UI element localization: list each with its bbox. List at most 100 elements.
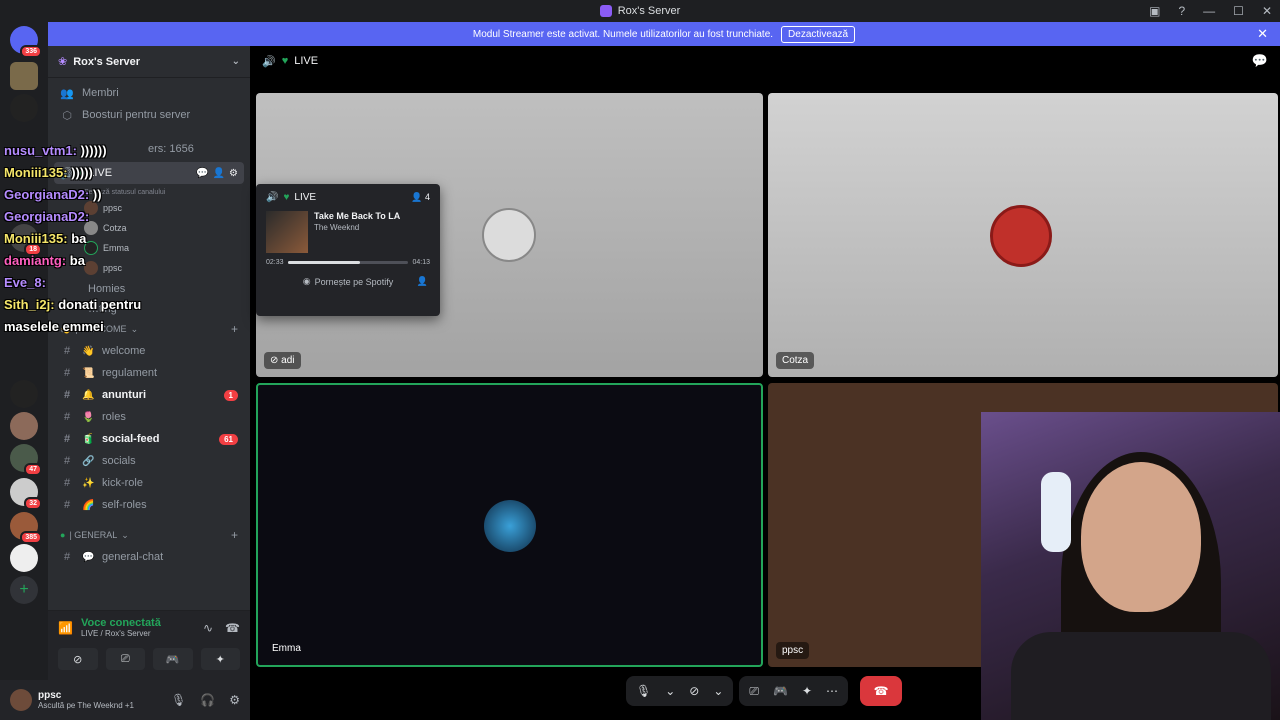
channel-name: general-chat (102, 551, 164, 563)
soundboard-icon[interactable]: ✦ (802, 684, 812, 698)
user-status: Ascultă pe The Weeknd +1 (38, 701, 134, 710)
channel-self-roles[interactable]: # 🌈 self-roles (48, 494, 250, 516)
hash-icon: # (63, 411, 71, 423)
channel-socials[interactable]: # 🔗 socials (48, 450, 250, 472)
heart-icon: ♥ (281, 55, 289, 67)
voice-connection-panel: 📶 Voce conectată LIVE / Rox's Server ∿ ☎… (48, 610, 250, 680)
channel-general-chat[interactable]: # 💬 general-chat (48, 546, 250, 568)
camera-off-button[interactable]: ⊘ (58, 648, 98, 670)
channel-name: self-roles (102, 499, 147, 511)
activity-button[interactable]: 🎮 (153, 648, 193, 670)
chat-username: GeorgianaD2: (4, 187, 90, 202)
channel-emoji-icon: 👋 (82, 345, 95, 357)
play-on-spotify-button[interactable]: Pornește pe Spotify (315, 277, 394, 287)
chat-username: nusu_vtm1: (4, 143, 77, 158)
channel-social-feed[interactable]: # 🧃 social-feed 61 (48, 428, 250, 450)
members-item[interactable]: 👥 Membri (48, 82, 250, 104)
boosts-item[interactable]: ⬡ Boosturi pentru server (48, 104, 250, 126)
chevron-down-icon: ⌄ (231, 56, 240, 67)
channel-activity-popup: 🔊 ♥ LIVE 👤 4 Take Me Back To LA The Week… (256, 184, 440, 316)
server-icon[interactable]: 385 (10, 512, 42, 544)
globe-icon: ● (60, 530, 66, 540)
voice-channel-text[interactable]: LIVE / Rox's Server (81, 629, 161, 638)
channel-welcome[interactable]: # 👋 welcome (48, 340, 250, 362)
listen-along-icon[interactable]: 👤 (417, 276, 428, 287)
server-header[interactable]: ❀ Rox's Server ⌄ (48, 46, 250, 78)
chat-username: Moniii135: (4, 231, 68, 246)
participant-label: ⊘ adi (264, 352, 301, 369)
participant-tile-speaking[interactable]: Emma (256, 383, 763, 667)
avatar (482, 208, 536, 262)
streamer-webcam (981, 412, 1280, 720)
channel-emoji-icon: 📜 (82, 367, 95, 379)
inbox-icon[interactable]: ▣ (1149, 4, 1160, 18)
gear-icon[interactable]: ⚙ (229, 693, 240, 707)
chat-message: Sith_i2j: donati pentru (4, 294, 254, 316)
screen-share-button[interactable]: ⎚ (105, 648, 145, 670)
avatar[interactable] (10, 689, 32, 711)
chevron-down-icon[interactable]: ⌄ (713, 684, 723, 698)
hash-icon: # (63, 345, 71, 357)
noise-suppression-icon[interactable]: ∿ (203, 621, 213, 635)
channel-kick-role[interactable]: # ✨ kick-role (48, 472, 250, 494)
chat-icon[interactable]: 💬 (1252, 53, 1268, 69)
signal-icon[interactable]: 📶 (58, 621, 73, 635)
server-icon[interactable]: 32 (10, 478, 42, 510)
category-general[interactable]: ● | GENERAL ⌄ + (48, 524, 250, 546)
album-cover (266, 211, 308, 253)
screen-share-icon[interactable]: ⎚ (749, 684, 759, 699)
maximize-button[interactable]: ☐ (1233, 4, 1244, 18)
server-icon[interactable] (10, 94, 38, 122)
close-window-button[interactable]: ✕ (1262, 4, 1272, 18)
participant-tile[interactable]: Cotza (768, 93, 1278, 377)
soundboard-button[interactable]: ✦ (200, 648, 240, 670)
chat-username: Eve_8: (4, 275, 46, 290)
participant-label: Emma (272, 643, 301, 654)
participant-label: Cotza (776, 352, 815, 369)
more-icon[interactable]: ⋯ (826, 684, 838, 698)
speaker-icon: 🔊 (262, 55, 276, 68)
disable-streamer-button[interactable]: Dezactivează (781, 25, 856, 43)
home-server-icon[interactable]: 336 (10, 26, 42, 58)
channel-emoji-icon: ✨ (82, 477, 95, 489)
avatar (990, 205, 1052, 267)
camera-off-icon[interactable]: ⊘ (689, 684, 699, 698)
stage-channel-name: LIVE (294, 55, 319, 67)
activity-icon[interactable]: 🎮 (773, 684, 788, 698)
microphone-icon[interactable]: 🎙 (171, 693, 186, 707)
general-channel-list: # 💬 general-chat (48, 546, 250, 568)
channel-regulament[interactable]: # 📜 regulament (48, 362, 250, 384)
hash-icon: # (63, 455, 71, 467)
minimize-button[interactable]: — (1203, 4, 1215, 18)
headphones-icon[interactable]: 🎧 (200, 693, 215, 707)
chat-message: Eve_8: (4, 272, 254, 294)
add-server-icon[interactable]: + (10, 576, 38, 604)
channel-name: roles (102, 411, 126, 423)
add-channel-icon[interactable]: + (231, 528, 238, 542)
chat-text: ba (69, 253, 85, 268)
call-controls: 🎙 ⌄ ⊘ ⌄ ⎚ 🎮 ✦ ⋯ ☎ (626, 676, 903, 706)
server-icon[interactable] (10, 544, 38, 572)
disconnect-icon[interactable]: ☎ (225, 621, 240, 635)
server-icon[interactable]: 47 (10, 444, 42, 476)
channel-name: regulament (102, 367, 158, 379)
hang-up-button[interactable]: ☎ (860, 676, 903, 706)
spotify-icon: ◉ (302, 276, 311, 286)
server-name: Rox's Server (73, 55, 141, 68)
microphone-icon[interactable]: 🎙 (636, 684, 651, 698)
help-icon[interactable]: ? (1178, 4, 1185, 18)
chevron-down-icon[interactable]: ⌄ (665, 684, 675, 698)
hash-icon: # (63, 367, 71, 379)
channel-name: social-feed (102, 433, 160, 445)
channel-roles[interactable]: # 🌷 roles (48, 406, 250, 428)
server-icon[interactable] (10, 412, 38, 440)
mention-badge: 61 (219, 433, 238, 445)
server-icon[interactable] (10, 62, 38, 90)
chat-username: Sith_i2j: (4, 297, 55, 312)
close-icon[interactable]: ✕ (1257, 26, 1268, 42)
channel-anunturi[interactable]: # 🔔 anunturi 1 (48, 384, 250, 406)
banner-text: Modul Streamer este activat. Numele util… (472, 28, 774, 40)
channel-name: welcome (102, 345, 146, 357)
chat-username: Moniii135: (4, 165, 68, 180)
server-icon[interactable] (10, 380, 38, 408)
